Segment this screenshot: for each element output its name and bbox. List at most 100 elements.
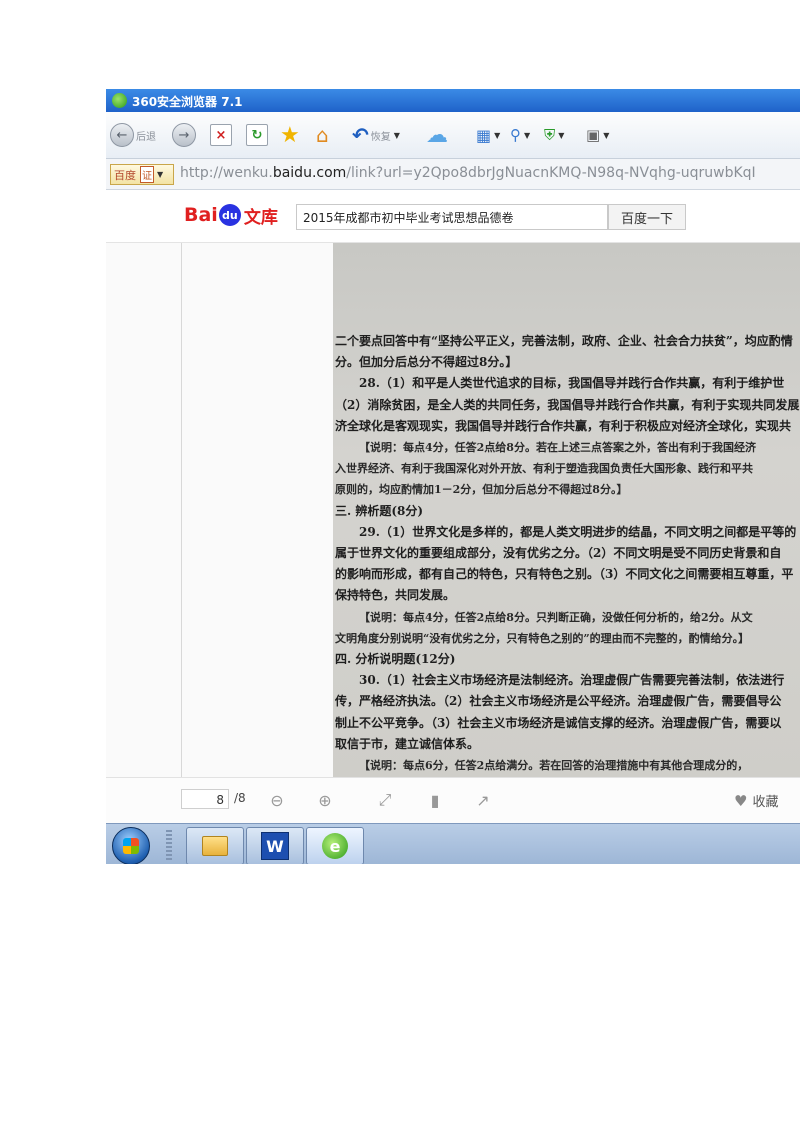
doc-line: 【说明：每点6分，任答2点给满分。若在回答的治理措施中有其他合理成分的， (359, 759, 749, 773)
start-button[interactable] (112, 827, 150, 864)
certificate-icon: 证 (140, 166, 154, 183)
logo-bai: Bai (184, 204, 218, 226)
writer-w-icon: W (261, 832, 289, 860)
cloud-icon: ☁ (426, 122, 448, 148)
doc-line: 传，严格经济执法。（2）社会主义市场经济是公平经济。治理虚假广告，需要倡导公 (335, 694, 782, 709)
favorite-button[interactable]: ♥ 收藏 (734, 791, 779, 811)
restore-button[interactable]: ↶ 恢复 ▼ (352, 122, 400, 148)
stop-button[interactable]: × (210, 122, 232, 148)
search-icon: ⚲ (510, 126, 521, 144)
browser-e-icon: e (322, 833, 348, 859)
favorites-button[interactable]: ★ (280, 122, 300, 148)
zoom-in-icon: ⊕ (318, 790, 332, 810)
chevron-down-icon: ▼ (603, 130, 610, 140)
url-input[interactable]: http://wenku.baidu.com/link?url=y2Qpo8db… (180, 165, 756, 181)
doc-line: 保持特色，共同发展。 (335, 588, 456, 603)
document-page: 二个要点回答中有“坚持公平正义，完善法制，政府、企业、社会合力扶贫”，均应酌情 … (333, 243, 800, 777)
favorite-label: 收藏 (752, 795, 779, 810)
doc-line: 分。但加分后总分不得超过8分。】 (335, 355, 518, 370)
document-viewer: 二个要点回答中有“坚持公平正义，完善法制，政府、企业、社会合力扶贫”，均应酌情 … (106, 243, 800, 777)
doc-line: 28.（1）和平是人类世代追求的目标，我国倡导并践行合作共赢，有利于维护世 (359, 376, 785, 391)
url-prefix: http://wenku. (180, 165, 273, 181)
apps-grid-icon: ▦ (476, 125, 492, 145)
zoom-in-button[interactable]: ⊕ (314, 789, 336, 811)
doc-line: 三. 辨析题(8分) (335, 503, 424, 518)
site-name-label: 百度 (114, 168, 136, 182)
site-identity-button[interactable]: 百度 证 ▼ (110, 164, 174, 185)
window-title: 360安全浏览器 7.1 (132, 95, 243, 109)
chevron-down-icon: ▼ (157, 170, 164, 179)
home-button[interactable]: ⌂ (316, 122, 329, 148)
wenku-header: Bai du 文库 2015年成都市初中毕业考试思想品德卷 百度一下 (106, 190, 800, 243)
document-text: 二个要点回答中有“坚持公平正义，完善法制，政府、企业、社会合力扶贫”，均应酌情 … (335, 331, 800, 776)
shield-icon: ⛨ (544, 126, 556, 144)
doc-line: 济全球化是客观现实，我国倡导并践行合作共赢，有利于积极应对经济全球化，实现共 (335, 418, 792, 433)
zoom-out-button[interactable]: ⊖ (266, 789, 288, 811)
search-input[interactable]: 2015年成都市初中毕业考试思想品德卷 (296, 204, 608, 230)
doc-line: 入世界经济、有利于我国深化对外开放、有利于塑造我国负责任大国形象、践行和平共 (335, 462, 753, 476)
logo-paw-du: du (218, 204, 241, 226)
chevron-down-icon: ▼ (393, 130, 400, 140)
chevron-down-icon: ▼ (494, 130, 501, 140)
taskbar-app-360-browser[interactable]: e (306, 827, 364, 864)
url-domain: baidu.com (272, 165, 347, 181)
back-label: 后退 (136, 131, 156, 143)
share-icon: ↗ (476, 790, 490, 810)
doc-line: 二个要点回答中有“坚持公平正义，完善法制，政府、企业、社会合力扶贫”，均应酌情 (335, 334, 793, 348)
doc-line: 取信于市，建立诚信体系。 (335, 736, 480, 751)
back-arrow-icon: ← (110, 123, 134, 147)
address-bar: 百度 证 ▼ http://wenku.baidu.com/link?url=y… (106, 159, 800, 190)
doc-line: 29.（1）世界文化是多样的，都是人类文明进步的结晶，不同文明之间都是平等的 (359, 524, 797, 539)
doc-line: （2）消除贫困，是全人类的共同任务，我国倡导并践行合作共赢，有利于实现共同发展 (335, 397, 800, 412)
share-button[interactable]: ↗ (472, 789, 494, 811)
windows-logo-icon (123, 838, 139, 854)
folder-icon (202, 833, 228, 859)
doc-line: 【说明：每点4分，任答2点给8分。只判断正确，没做任何分析的，给2分。从文 (359, 610, 753, 624)
doc-line: 文明角度分别说明“没有优劣之分，只有特色之别的”的理由而不完整的，酌情给分。】 (335, 631, 750, 645)
taskbar-grip (166, 830, 172, 860)
stop-icon: × (210, 124, 232, 146)
image-icon: ▣ (586, 126, 601, 144)
screenshot: 360安全浏览器 7.1 ← 后退 → × ↻ ★ ⌂ ↶ 恢复 ▼ ☁ ▦ ▼… (106, 89, 800, 864)
undo-icon: ↶ (352, 123, 369, 147)
windows-taskbar: W e (106, 823, 800, 864)
cloud-button[interactable]: ☁ (426, 122, 448, 148)
doc-line: 【说明：每点4分，任答2点给8分。若在上述三点答案之外，答出有利于我国经济 (359, 441, 756, 455)
bookmark-icon: ▮ (430, 790, 440, 810)
home-icon: ⌂ (316, 123, 329, 147)
apps-button[interactable]: ▦ ▼ (476, 122, 500, 148)
forward-arrow-icon: → (172, 123, 196, 147)
forward-button[interactable]: → (172, 122, 196, 148)
taskbar-app-wps-writer[interactable]: W (246, 827, 304, 864)
bookmark-button[interactable]: ▮ (424, 789, 446, 811)
browser-logo-icon (112, 93, 127, 108)
security-button[interactable]: ⛨ ▼ (544, 122, 564, 148)
zoom-out-icon: ⊖ (270, 790, 284, 810)
restore-label: 恢复 (370, 131, 391, 143)
search-tool-button[interactable]: ⚲ ▼ (510, 122, 530, 148)
page-total: /8 (234, 791, 246, 805)
page-number-input[interactable]: 8 (181, 789, 229, 809)
baidu-wenku-logo[interactable]: Bai du 文库 (184, 202, 278, 228)
doc-line: 30.（1）社会主义市场经济是法制经济。治理虚假广告需要完善法制，依法进行 (359, 673, 785, 688)
heart-icon: ♥ (734, 791, 748, 810)
back-button[interactable]: ← 后退 (110, 122, 156, 148)
doc-line: 四. 分析说明题(12分) (335, 652, 456, 667)
doc-line: 制止不公平竞争。（3）社会主义市场经济是诚信支撑的经济。治理虚假广告，需要以 (335, 715, 782, 730)
doc-line: 原则的，均应酌情加1－2分，但加分后总分不得超过8分。】 (335, 483, 628, 497)
taskbar-app-file-explorer[interactable] (186, 827, 244, 864)
star-icon: ★ (280, 122, 300, 148)
page-controls: 8 /8 ⊖ ⊕ ⤢ ▮ ↗ ♥ 收藏 (106, 777, 800, 824)
doc-line: 属于世界文化的重要组成部分，没有优劣之分。（2）不同文明是受不同历史背景和自 (335, 546, 782, 561)
title-bar: 360安全浏览器 7.1 (106, 89, 800, 112)
logo-wenku: 文库 (243, 207, 278, 228)
url-path: /link?url=y2Qpo8dbrJgNuacnKMQ-N98q-NVqhg… (346, 165, 756, 181)
search-button[interactable]: 百度一下 (608, 204, 686, 230)
left-divider (181, 243, 182, 777)
refresh-button[interactable]: ↻ (246, 122, 268, 148)
screenshot-button[interactable]: ▣ ▼ (586, 122, 609, 148)
browser-toolbar: ← 后退 → × ↻ ★ ⌂ ↶ 恢复 ▼ ☁ ▦ ▼ ⚲ ▼ ⛨ ▼ ▣ ▼ (106, 112, 800, 159)
fullscreen-button[interactable]: ⤢ (374, 789, 396, 811)
fullscreen-icon: ⤢ (378, 790, 392, 809)
chevron-down-icon: ▼ (524, 130, 531, 140)
